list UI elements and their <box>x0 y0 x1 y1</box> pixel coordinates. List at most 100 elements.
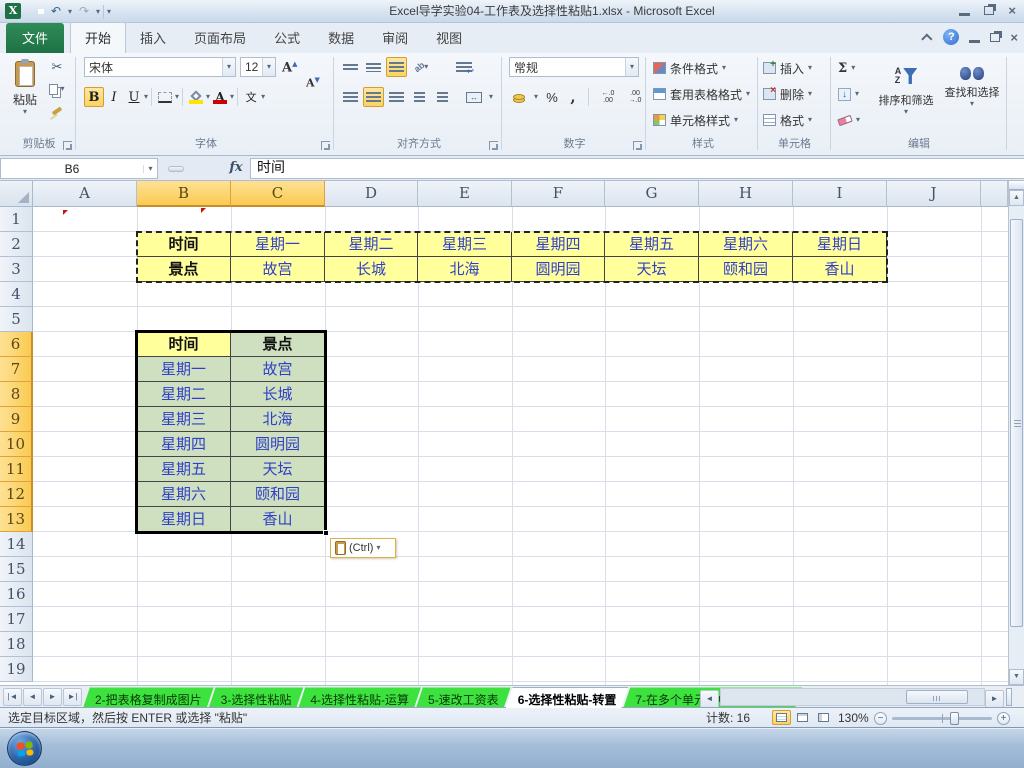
row-header-16[interactable]: 16 <box>0 582 33 607</box>
row-header-13[interactable]: 13 <box>0 507 33 532</box>
format-cells-button[interactable]: 格式 ▾ <box>763 109 812 131</box>
align-center-button[interactable] <box>363 87 384 107</box>
workbook-minimize-icon[interactable] <box>969 39 981 43</box>
next-sheet-button[interactable]: ► <box>43 688 62 706</box>
zoom-level[interactable]: 130% <box>838 711 869 725</box>
row-header-12[interactable]: 12 <box>0 482 33 507</box>
ribbon-tab-开始[interactable]: 开始 <box>70 22 127 53</box>
cut-button[interactable]: ✂ <box>46 59 68 75</box>
normal-view-button[interactable] <box>772 710 791 725</box>
redo-button[interactable]: ↷ <box>75 3 93 20</box>
ribbon-tab-数据[interactable]: 数据 <box>314 23 368 53</box>
row-header-17[interactable]: 17 <box>0 607 33 632</box>
vertical-scrollbar[interactable]: ▲ ▼ <box>1008 181 1024 685</box>
font-dialog-launcher-icon[interactable] <box>321 141 330 150</box>
bold-button[interactable]: B <box>84 87 104 107</box>
column-header-B[interactable]: B <box>137 181 231 207</box>
font-color-dropdown-icon[interactable]: ▾ <box>230 93 234 101</box>
autosum-button[interactable]: Σ ▾ <box>838 57 855 79</box>
workbook-restore-icon[interactable] <box>990 32 1001 42</box>
scroll-up-button[interactable]: ▲ <box>1009 190 1024 206</box>
fill-button[interactable]: ↓ ▾ <box>838 83 859 105</box>
align-left-button[interactable] <box>340 87 361 107</box>
decrease-indent-button[interactable] <box>409 87 430 107</box>
clear-button[interactable]: ▾ <box>837 109 860 131</box>
column-header-partial[interactable] <box>981 181 1008 207</box>
row-header-19[interactable]: 19 <box>0 657 33 682</box>
ribbon-tab-公式[interactable]: 公式 <box>260 23 314 53</box>
sheet-tab-6-选择性粘贴-转置[interactable]: 6-选择性粘贴-转置 <box>506 687 629 708</box>
currency-button[interactable] <box>509 87 529 107</box>
horizontal-scrollbar[interactable] <box>720 688 985 706</box>
minimize-icon[interactable] <box>959 13 971 16</box>
merge-dropdown-icon[interactable]: ▾ <box>489 93 493 101</box>
format-as-table-button[interactable]: 套用表格格式 ▾ <box>653 83 750 105</box>
top-table-cell[interactable]: 长城 <box>325 257 418 282</box>
clipboard-dialog-launcher-icon[interactable] <box>63 141 72 150</box>
align-bottom-button[interactable] <box>386 57 407 77</box>
orientation-button[interactable]: ab ▾ <box>409 57 433 77</box>
prev-sheet-button[interactable]: ◄ <box>23 688 42 706</box>
sheet-tab-2-把表格复制成图片[interactable]: 2-把表格复制成图片 <box>83 687 214 708</box>
row-header-4[interactable]: 4 <box>0 282 33 307</box>
row-header-6[interactable]: 6 <box>0 332 33 357</box>
sheet-tab-4-选择性粘贴-运算[interactable]: 4-选择性粘贴-运算 <box>298 687 421 708</box>
page-layout-view-button[interactable] <box>793 710 812 725</box>
bottom-table-cell[interactable]: 星期一 <box>137 357 231 382</box>
underline-button[interactable]: U <box>124 87 144 107</box>
sheet-tab-5-速改工资表[interactable]: 5-速改工资表 <box>416 687 511 708</box>
top-table-cell[interactable]: 颐和园 <box>699 257 793 282</box>
top-table-cell[interactable]: 故宫 <box>231 257 325 282</box>
zoom-slider[interactable] <box>892 712 992 725</box>
bottom-table-cell[interactable]: 星期四 <box>137 432 231 457</box>
active-cell-B6[interactable]: 时间 <box>137 332 231 357</box>
qat-customize-icon[interactable]: ▾ <box>107 7 111 16</box>
column-header-J[interactable]: J <box>887 181 981 207</box>
bottom-table-cell[interactable]: 颐和园 <box>231 482 325 507</box>
vscroll-split-handle[interactable] <box>1009 181 1024 190</box>
align-top-button[interactable] <box>340 57 361 77</box>
formula-bar-handle[interactable] <box>168 166 184 172</box>
scroll-down-button[interactable]: ▼ <box>1009 669 1024 685</box>
start-button[interactable] <box>7 731 42 766</box>
row-header-7[interactable]: 7 <box>0 357 33 382</box>
hscroll-left-button[interactable]: ◄ <box>700 690 719 708</box>
top-table-cell[interactable]: 天坛 <box>605 257 699 282</box>
top-table-header-cell[interactable]: 景点 <box>137 257 231 282</box>
row-header-9[interactable]: 9 <box>0 407 33 432</box>
bottom-table-cell[interactable]: 星期六 <box>137 482 231 507</box>
bottom-table-cell[interactable]: 星期二 <box>137 382 231 407</box>
row-header-10[interactable]: 10 <box>0 432 33 457</box>
column-header-H[interactable]: H <box>699 181 793 207</box>
minimize-ribbon-icon[interactable] <box>921 33 933 45</box>
row-header-15[interactable]: 15 <box>0 557 33 582</box>
phonetic-button[interactable]: 文 <box>241 87 261 107</box>
bottom-table-cell[interactable]: 星期五 <box>137 457 231 482</box>
top-table-cell[interactable]: 北海 <box>418 257 512 282</box>
insert-cells-button[interactable]: 插入▾ <box>763 57 812 79</box>
ribbon-tab-页面布局[interactable]: 页面布局 <box>180 23 260 53</box>
undo-dropdown-icon[interactable]: ▾ <box>68 7 72 16</box>
wrap-text-button[interactable]: ↩ <box>449 57 479 77</box>
row-header-1[interactable]: 1 <box>0 207 33 232</box>
paste-button[interactable]: 粘贴 ▾ <box>7 57 43 131</box>
paste-dropdown-icon[interactable]: ▾ <box>23 108 27 116</box>
font-color-button[interactable]: A <box>210 87 230 107</box>
page-break-view-button[interactable] <box>814 710 833 725</box>
top-table-cell[interactable]: 星期四 <box>512 232 605 257</box>
pasted-transposed-table[interactable]: 时间 景点 星期一 故宫 星期二 长城 星期三 北海 星期四 圆明园 星期五 天坛 星期六 颐和园 星期日香… <box>135 330 329 536</box>
row-header-18[interactable]: 18 <box>0 632 33 657</box>
top-table-cell[interactable]: 星期二 <box>325 232 418 257</box>
currency-dropdown-icon[interactable]: ▾ <box>534 93 538 101</box>
tab-split-handle[interactable] <box>1006 688 1012 706</box>
row-header-2[interactable]: 2 <box>0 232 33 257</box>
copy-button[interactable]: ▾ <box>46 81 68 97</box>
column-header-D[interactable]: D <box>325 181 418 207</box>
column-header-G[interactable]: G <box>605 181 699 207</box>
bottom-table-cell[interactable]: 星期三 <box>137 407 231 432</box>
name-box-dropdown-icon[interactable]: ▾ <box>143 164 157 173</box>
border-button[interactable] <box>155 87 175 107</box>
column-header-F[interactable]: F <box>512 181 605 207</box>
vscroll-thumb[interactable] <box>1010 219 1023 627</box>
decrease-decimal-button[interactable]: .00 →.0 <box>624 87 646 107</box>
